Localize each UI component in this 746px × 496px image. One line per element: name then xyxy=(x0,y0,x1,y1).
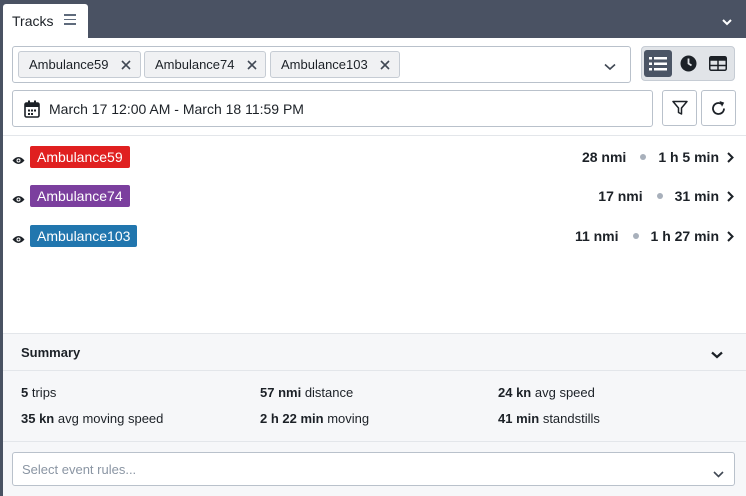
track-stats: 17 nmi 31 min xyxy=(598,188,734,204)
chevron-down-icon[interactable] xyxy=(711,347,723,362)
chevron-right-icon[interactable] xyxy=(727,190,734,202)
view-mode-group xyxy=(641,46,735,81)
track-badge: Ambulance74 xyxy=(30,185,130,207)
close-icon[interactable] xyxy=(120,59,131,70)
track-distance: 28 nmi xyxy=(581,149,627,165)
chevron-down-icon[interactable] xyxy=(604,59,616,74)
summary-body: 5 trips 57 nmi distance 24 kn avg speed … xyxy=(3,371,746,442)
tag-ambulance59: Ambulance59 xyxy=(18,51,141,78)
stat-moving: 2 h 22 min moving xyxy=(260,411,369,426)
date-range-text: March 17 12:00 AM - March 18 11:59 PM xyxy=(49,101,304,117)
stat-label: standstills xyxy=(542,411,600,426)
stat-standstills: 41 min standstills xyxy=(498,411,600,426)
chevron-right-icon[interactable] xyxy=(727,151,734,163)
stat-avg-speed: 24 kn avg speed xyxy=(498,385,595,400)
chevron-down-icon[interactable] xyxy=(722,14,732,29)
stat-value: 24 kn xyxy=(498,385,532,400)
track-name: Ambulance59 xyxy=(37,149,123,165)
track-stats: 11 nmi 1 h 27 min xyxy=(575,228,734,244)
tag-label: Ambulance103 xyxy=(281,57,368,72)
timeline-view-button[interactable] xyxy=(674,50,702,77)
summary-title: Summary xyxy=(21,345,81,360)
list-icon xyxy=(649,56,667,70)
chevron-down-icon[interactable] xyxy=(713,466,724,481)
stat-value: 35 kn xyxy=(21,411,55,426)
track-distance: 17 nmi xyxy=(598,188,643,204)
track-name: Ambulance74 xyxy=(37,188,123,204)
tab-tracks[interactable]: Tracks xyxy=(3,4,88,38)
stat-label: avg speed xyxy=(534,385,595,400)
track-row[interactable]: Ambulance59 28 nmi 1 h 5 min xyxy=(3,143,746,173)
stat-value: 2 h 22 min xyxy=(260,411,324,426)
track-multiselect[interactable]: Ambulance59 Ambulance74 Ambulance103 xyxy=(12,46,631,83)
stat-avg-moving-speed: 35 kn avg moving speed xyxy=(21,411,163,426)
track-duration: 31 min xyxy=(674,188,719,204)
tag-ambulance103: Ambulance103 xyxy=(270,51,400,78)
table-icon xyxy=(709,56,727,71)
track-duration: 1 h 27 min xyxy=(650,228,719,244)
tag-label: Ambulance59 xyxy=(29,57,109,72)
calendar-icon xyxy=(24,100,40,121)
track-stats: 28 nmi 1 h 5 min xyxy=(582,149,734,165)
stat-value: 5 xyxy=(21,385,29,400)
eye-icon[interactable] xyxy=(12,192,25,207)
stat-label: avg moving speed xyxy=(57,411,164,426)
stat-distance: 57 nmi distance xyxy=(260,385,353,400)
tag-ambulance74: Ambulance74 xyxy=(144,51,266,78)
track-duration: 1 h 5 min xyxy=(658,149,719,165)
track-row[interactable]: Ambulance74 17 nmi 31 min xyxy=(3,182,746,212)
dot-separator xyxy=(656,193,663,199)
close-icon[interactable] xyxy=(380,59,390,70)
divider xyxy=(3,135,746,136)
dot-separator xyxy=(640,154,647,160)
tab-bar xyxy=(0,0,746,38)
summary-header[interactable]: Summary xyxy=(3,333,746,371)
eye-icon[interactable] xyxy=(12,232,25,247)
tag-label: Ambulance74 xyxy=(155,57,235,72)
clock-icon xyxy=(680,55,696,72)
refresh-button[interactable] xyxy=(701,90,736,126)
stat-label: moving xyxy=(327,411,370,426)
stat-label: trips xyxy=(31,385,57,400)
eye-icon[interactable] xyxy=(12,153,25,168)
filter-icon xyxy=(671,100,688,115)
event-rules-select[interactable]: Select event rules... xyxy=(12,452,735,486)
close-icon[interactable] xyxy=(246,59,257,70)
track-badge: Ambulance59 xyxy=(30,146,130,168)
hamburger-menu-icon[interactable] xyxy=(64,14,76,25)
filter-button[interactable] xyxy=(662,90,697,126)
stat-value: 57 nmi xyxy=(260,385,302,400)
chevron-right-icon[interactable] xyxy=(727,230,734,242)
track-name: Ambulance103 xyxy=(37,228,131,244)
stat-label: distance xyxy=(304,385,354,400)
refresh-icon xyxy=(712,100,725,115)
stat-trips: 5 trips xyxy=(21,385,56,400)
table-view-button[interactable] xyxy=(704,50,732,77)
dot-separator xyxy=(632,233,639,239)
tab-title: Tracks xyxy=(12,13,54,29)
list-view-button[interactable] xyxy=(644,50,672,77)
track-distance: 11 nmi xyxy=(574,228,619,244)
date-range-input[interactable]: March 17 12:00 AM - March 18 11:59 PM xyxy=(12,90,653,127)
track-row[interactable]: Ambulance103 11 nmi 1 h 27 min xyxy=(3,222,746,252)
stat-value: 41 min xyxy=(498,411,540,426)
event-rules-placeholder: Select event rules... xyxy=(22,462,137,477)
track-badge: Ambulance103 xyxy=(30,225,138,247)
